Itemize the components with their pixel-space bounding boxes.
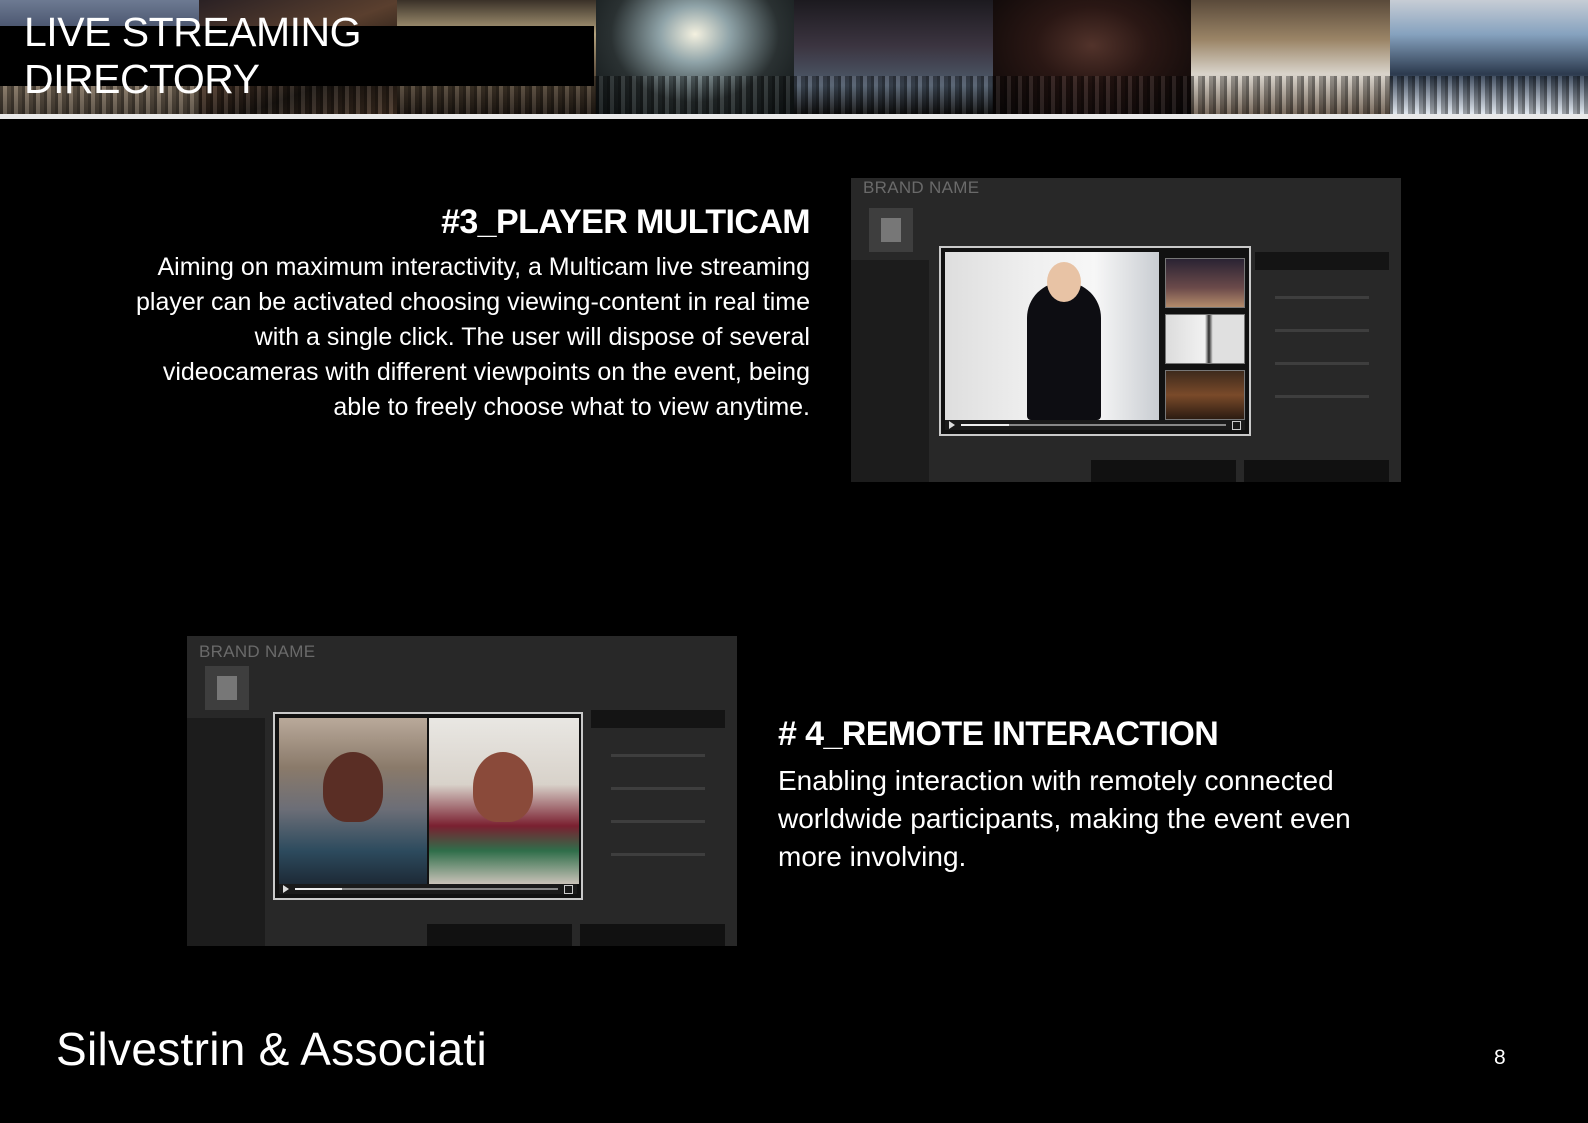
sidebar-panel [851,260,929,482]
video-player [273,712,583,900]
panel-text-line [611,754,705,757]
panel-button [591,710,725,728]
footer-brand: Silvestrin & Associati [56,1023,487,1075]
camera-thumbnail [1165,314,1245,364]
brand-logo-thumbnail [205,666,249,710]
player-controls [279,884,577,894]
right-panel [591,710,725,878]
fullscreen-icon [1232,420,1241,430]
seek-bar [961,424,1226,426]
sidebar-panel [187,718,265,946]
header-divider [0,114,1588,119]
related-tiles [1091,460,1389,482]
seek-bar [295,888,558,890]
section-heading: #3_PLAYER MULTICAM [441,203,811,241]
section-body: Enabling interaction with remotely conne… [778,765,1351,872]
camera-thumbnail [1165,258,1245,308]
main-camera-feed [945,252,1159,420]
panel-text-line [1275,296,1369,299]
player-controls [945,420,1245,430]
panel-button [1255,252,1389,270]
page-number: 8 [1494,1046,1506,1069]
fullscreen-icon [564,884,573,894]
related-tile [1244,460,1389,482]
related-tile [1091,460,1236,482]
remote-participant-left [279,718,427,884]
remote-interaction-screenshot: BRAND NAME [187,636,737,946]
section-player-multicam: #3_PLAYER MULTICAM Aiming on maximum int… [120,200,811,425]
related-tiles [427,924,725,946]
panel-text-line [1275,362,1369,365]
section-remote-interaction: # 4_REMOTE INTERACTION Enabling interact… [778,712,1418,876]
banner-photo-catwalk-audience [794,0,993,114]
panel-text-line [1275,329,1369,332]
page-title: LIVE STREAMING DIRECTORY [0,9,594,102]
banner-photo-gallery-runway [1191,0,1390,114]
panel-text-line [611,853,705,856]
presenter-figure [1027,262,1101,420]
multicam-player-screenshot: BRAND NAME [851,178,1401,482]
brand-name-label: BRAND NAME [199,642,316,661]
section-heading: # 4_REMOTE INTERACTION [778,715,1219,753]
banner-photo-white-set [1389,0,1588,114]
panel-text-line [611,820,705,823]
play-icon [283,885,289,893]
remote-participant-right [429,718,579,884]
camera-thumbnail [1165,370,1245,420]
panel-text-line [611,787,705,790]
brand-logo-thumbnail [869,208,913,252]
panel-text-line [1275,395,1369,398]
right-panel [1255,252,1389,414]
banner-photo-models [992,0,1191,114]
brand-name-label: BRAND NAME [863,178,980,197]
section-body: Aiming on maximum interactivity, a Multi… [136,253,810,421]
banner-photo-illuminated-stage [595,0,794,114]
video-player [939,246,1251,436]
play-icon [949,421,955,429]
related-tile [580,924,725,946]
camera-selector [1165,252,1245,420]
related-tile [427,924,572,946]
